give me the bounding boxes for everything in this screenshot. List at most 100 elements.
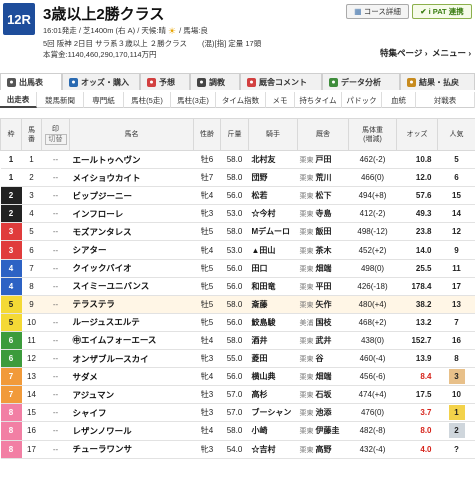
jockey-name[interactable]: Mデムーロ: [248, 222, 298, 242]
jockey-name[interactable]: 酒井: [248, 331, 298, 351]
jockey-name[interactable]: 高杉: [248, 385, 298, 405]
mark-cell[interactable]: --: [41, 168, 70, 188]
subtab-10[interactable]: 対戦表: [416, 92, 475, 108]
table-row[interactable]: 3 6 -- シアター 牝4 53.0 ▲田山 栗東 茶木 452(+2) 14.0 9: [0, 240, 475, 260]
mark-cell[interactable]: --: [41, 204, 70, 224]
jockey-name[interactable]: 斎藤: [248, 295, 298, 314]
col-waku[interactable]: 枠: [0, 118, 22, 151]
mark-select[interactable]: --: [53, 155, 58, 164]
table-row[interactable]: 4 7 -- クイックバイオ 牝5 56.0 田口 栗東 畑端 498(0) 25.5 11: [0, 259, 475, 278]
trainer-name[interactable]: 栗東 武井: [297, 331, 349, 351]
trainer-name[interactable]: 栗東 寺島: [297, 204, 349, 224]
tab-stopwatch[interactable]: ● 調教: [190, 73, 240, 90]
mark-cell[interactable]: --: [41, 222, 70, 242]
horse-name[interactable]: アジュマン: [69, 385, 194, 405]
trainer-name[interactable]: 栗東 平田: [297, 277, 349, 296]
trainer-name[interactable]: 栗東谷: [297, 349, 349, 369]
trainer-name[interactable]: 栗東 茶木: [297, 240, 349, 260]
trainer-name[interactable]: 美浦 国枝: [297, 313, 349, 332]
trainer-name[interactable]: 栗東 荒川: [297, 168, 349, 188]
col-horse[interactable]: 馬名: [69, 118, 194, 151]
mark-cell[interactable]: --: [41, 259, 70, 278]
jockey-name[interactable]: 団野: [248, 168, 298, 188]
table-row[interactable]: 5 10 -- ルージュスエルテ 牝5 56.0 鮫島駿 美浦 国枝 468(+2) 13.2 7: [0, 313, 475, 332]
jockey-name[interactable]: ☆吉村: [248, 440, 298, 459]
special-page-link[interactable]: 特集ページ ›: [380, 47, 428, 59]
horse-name[interactable]: モズアンタレス: [69, 222, 194, 242]
col-popularity[interactable]: 人気: [437, 118, 475, 151]
table-row[interactable]: 8 16 -- レザンノワール 牡4 58.0 小崎 栗東 伊藤圭 482(-8) 8.0 2: [0, 421, 475, 441]
ipat-button[interactable]: ✔ i PAT 連携: [412, 4, 472, 19]
trainer-name[interactable]: 栗東 畑端: [297, 367, 349, 387]
col-weight[interactable]: 馬体重 (増減): [348, 118, 397, 151]
jockey-name[interactable]: ☆今村: [248, 204, 298, 224]
col-trainer[interactable]: 厩舎: [297, 118, 349, 151]
horse-name[interactable]: サダメ: [69, 367, 194, 387]
mark-cell[interactable]: --: [41, 421, 70, 441]
table-row[interactable]: 3 5 -- モズアンタレス 牡5 58.0 Mデムーロ 栗東 飯田 498(-12) 23.8 12: [0, 222, 475, 242]
mark-select[interactable]: --: [53, 227, 58, 236]
mark-cell[interactable]: --: [41, 277, 70, 296]
trainer-name[interactable]: 栗東 伊藤圭: [297, 421, 349, 441]
mark-select[interactable]: --: [53, 372, 58, 381]
tab-target[interactable]: ● 予想: [140, 73, 190, 90]
horse-name[interactable]: インフローレ: [69, 204, 194, 224]
jockey-name[interactable]: 鮫島駿: [248, 313, 298, 332]
table-row[interactable]: 8 15 -- シャイフ 牡3 57.0 ブーシャン 栗東 池添 476(0) 3.7 1: [0, 403, 475, 423]
table-row[interactable]: 2 4 -- インフローレ 牝3 53.0 ☆今村 栗東 寺島 412(-2) 49.3 14: [0, 204, 475, 224]
mark-cell[interactable]: --: [41, 385, 70, 405]
trainer-name[interactable]: 栗東 戸田: [297, 150, 349, 170]
mark-cell[interactable]: --: [41, 150, 70, 170]
subtab-3[interactable]: 馬柱(5走): [124, 92, 171, 108]
mark-cell[interactable]: --: [41, 295, 70, 314]
course-detail-button[interactable]: ▦ コース詳細: [346, 4, 409, 19]
horse-name[interactable]: シャイフ: [69, 403, 194, 423]
horse-name[interactable]: エールトゥヘヴン: [69, 150, 194, 170]
jockey-name[interactable]: 小崎: [248, 421, 298, 441]
subtab-1[interactable]: 競馬新聞: [37, 92, 84, 108]
subtab-0[interactable]: 出走表: [0, 92, 37, 108]
mark-select[interactable]: --: [53, 336, 58, 345]
mark-select[interactable]: --: [53, 408, 58, 417]
table-row[interactable]: 2 3 -- ビップジーニー 牝4 56.0 松若 栗東 松下 494(+8) 57.6 15: [0, 186, 475, 206]
mark-select[interactable]: --: [53, 318, 58, 327]
horse-name[interactable]: レザンノワール: [69, 421, 194, 441]
mark-select[interactable]: --: [53, 445, 58, 454]
trainer-name[interactable]: 栗東 池添: [297, 403, 349, 423]
mark-select[interactable]: --: [53, 264, 58, 273]
mark-cell[interactable]: --: [41, 367, 70, 387]
subtab-4[interactable]: 馬柱(3走): [171, 92, 216, 108]
mark-cell[interactable]: --: [41, 440, 70, 459]
tab-trophy[interactable]: ● 結果・払戻: [400, 73, 475, 90]
mark-select[interactable]: --: [53, 282, 58, 291]
subtab-6[interactable]: メモ: [266, 92, 295, 108]
col-odds[interactable]: オッズ: [396, 118, 438, 151]
trainer-name[interactable]: 栗東 飯田: [297, 222, 349, 242]
trainer-name[interactable]: 栗東 石坂: [297, 385, 349, 405]
jockey-name[interactable]: 横山典: [248, 367, 298, 387]
subtab-8[interactable]: パドック: [342, 92, 382, 108]
tab-chart[interactable]: ● データ分析: [322, 73, 400, 90]
jockey-name[interactable]: 菱田: [248, 349, 298, 369]
mark-select[interactable]: --: [53, 246, 58, 255]
horse-name[interactable]: スイミーユニバンス: [69, 277, 194, 296]
table-row[interactable]: 6 12 -- オンザブルースカイ 牝3 55.0 菱田 栗東谷 460(-4) 13.9 8: [0, 349, 475, 369]
subtab-7[interactable]: 持ちタイム: [295, 92, 342, 108]
tab-odds[interactable]: ● オッズ・購入: [62, 73, 140, 90]
trainer-name[interactable]: 栗東 高野: [297, 440, 349, 459]
jockey-name[interactable]: 松若: [248, 186, 298, 206]
horse-name[interactable]: メイショウカイト: [69, 168, 194, 188]
horse-name[interactable]: ルージュスエルテ: [69, 313, 194, 332]
jockey-name[interactable]: 北村友: [248, 150, 298, 170]
col-umaban[interactable]: 馬 番: [21, 118, 42, 151]
mark-select[interactable]: --: [53, 354, 58, 363]
mark-select[interactable]: --: [53, 209, 58, 218]
col-kinryo[interactable]: 斤量: [220, 118, 249, 151]
jockey-name[interactable]: 田口: [248, 259, 298, 278]
horse-name[interactable]: チューラワンサ: [69, 440, 194, 459]
mark-cell[interactable]: --: [41, 403, 70, 423]
table-row[interactable]: 1 1 -- エールトゥヘヴン 牡6 58.0 北村友 栗東 戸田 462(-2) 10.8 5: [0, 150, 475, 170]
mark-select[interactable]: --: [53, 390, 58, 399]
col-jockey[interactable]: 騎手: [248, 118, 298, 151]
table-row[interactable]: 1 2 -- メイショウカイト 牡7 58.0 団野 栗東 荒川 466(0) 12.0 6: [0, 168, 475, 188]
